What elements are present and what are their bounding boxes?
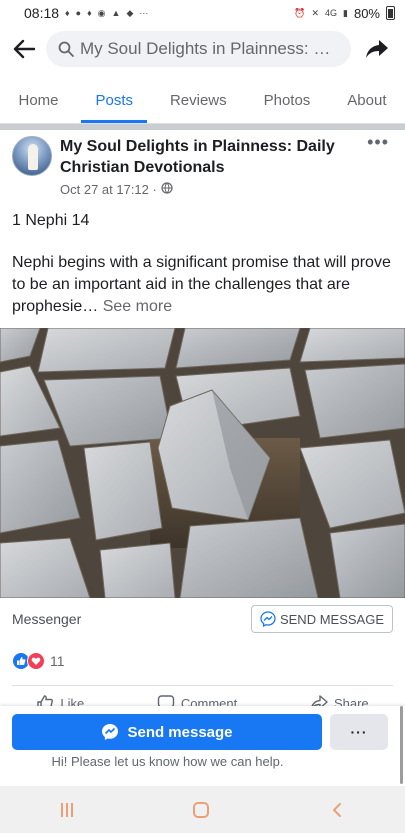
tab-posts[interactable]: Posts	[81, 78, 147, 123]
notification-icon: ♦	[87, 8, 92, 18]
post-excerpt: Nephi begins with a significant promise …	[12, 254, 391, 315]
status-time: 08:18	[24, 5, 60, 21]
network-type-icon: 4G	[325, 8, 338, 18]
post-title-line: 1 Nephi 14	[12, 212, 90, 229]
see-more-link[interactable]: See more	[103, 298, 172, 315]
post-options-icon[interactable]: •••	[367, 132, 389, 153]
send-message-button[interactable]: Send message	[12, 714, 322, 750]
help-text: Hi! Please let us know how we can help.	[51, 754, 284, 769]
tab-reviews[interactable]: Reviews	[162, 78, 235, 123]
tab-photos[interactable]: Photos	[256, 78, 319, 123]
search-icon	[58, 41, 74, 57]
search-input[interactable]: My Soul Delights in Plainness: D...	[46, 31, 351, 67]
scrollbar[interactable]	[400, 706, 403, 784]
send-message-outline-button[interactable]: SEND MESSAGE	[250, 605, 393, 633]
system-nav-bar	[0, 786, 405, 833]
battery-percent: 80%	[353, 5, 380, 21]
home-icon[interactable]	[193, 801, 210, 818]
tab-about[interactable]: About	[339, 78, 394, 123]
post-timestamp[interactable]: Oct 27 at 17:12 ·	[60, 182, 157, 197]
recent-apps-icon[interactable]	[60, 802, 74, 817]
mute-icon: ✕	[311, 7, 319, 18]
love-reaction-icon	[27, 652, 45, 670]
page-avatar[interactable]	[12, 136, 52, 176]
share-arrow-icon[interactable]	[359, 31, 395, 67]
post-paragraph: Nephi begins with a significant promise …	[12, 252, 396, 318]
back-arrow-icon[interactable]	[10, 35, 38, 63]
status-right: ⏰ ✕ 4G ▮ 80%	[294, 6, 395, 21]
status-left: 08:18 ♦ ● ♦ ◉ ▲ ◆ ···	[24, 5, 148, 21]
post-body: 1 Nephi 14 Nephi begins with a significa…	[12, 210, 396, 338]
news-icon: ◆	[126, 7, 134, 18]
top-bar: My Soul Delights in Plainness: D...	[0, 26, 405, 72]
post-photo[interactable]	[0, 328, 405, 598]
post-meta: Oct 27 at 17:12 ·	[60, 182, 393, 197]
section-divider	[0, 124, 405, 130]
send-message-label: Send message	[127, 723, 233, 741]
back-icon[interactable]	[329, 802, 345, 818]
notification-icon: ♦	[65, 8, 70, 18]
search-query: My Soul Delights in Plainness: D...	[79, 39, 339, 58]
alert-icon: ▲	[111, 8, 121, 18]
post-header-info: My Soul Delights in Plainness: Daily Chr…	[60, 136, 393, 197]
actions-divider	[12, 685, 393, 686]
message-panel: Send message ··· Hi! Please let us know …	[0, 706, 405, 786]
reactions-summary[interactable]: 11	[12, 652, 65, 670]
messenger-label: Messenger	[12, 611, 82, 627]
app-notification-icon: ◉	[97, 7, 106, 18]
signal-icon: ▮	[343, 7, 348, 18]
status-bar: 08:18 ♦ ● ♦ ◉ ▲ ◆ ··· ⏰ ✕ 4G ▮ 80%	[0, 0, 405, 26]
messenger-icon	[260, 611, 276, 627]
post-header: My Soul Delights in Plainness: Daily Chr…	[12, 132, 393, 197]
send-message-outline-label: SEND MESSAGE	[279, 611, 384, 627]
more-notifications-icon: ···	[139, 8, 149, 18]
page-name-link[interactable]: My Soul Delights in Plainness: Daily Chr…	[60, 136, 393, 178]
cobblestone-photo	[0, 328, 405, 598]
tab-home[interactable]: Home	[10, 78, 66, 123]
messenger-icon	[102, 724, 119, 740]
globe-icon	[161, 182, 173, 197]
page-tabs: Home Posts Reviews Photos About	[0, 78, 405, 124]
reaction-count: 11	[50, 653, 65, 669]
more-options-button[interactable]: ···	[330, 714, 388, 750]
app-notification-icon: ●	[75, 8, 82, 18]
messenger-row: Messenger SEND MESSAGE	[12, 604, 393, 634]
battery-icon	[386, 6, 395, 20]
alarm-icon: ⏰	[294, 7, 306, 18]
